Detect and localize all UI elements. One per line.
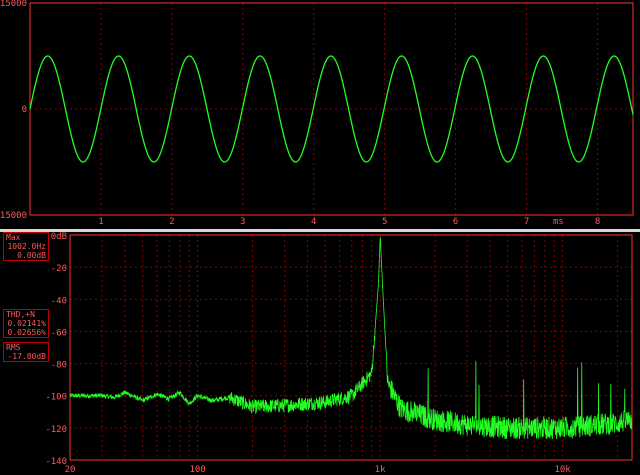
rms-readout-title: RMS (6, 343, 21, 352)
spec-y-tick-label: -60 (51, 328, 67, 338)
spec-x-tick-label: 20 (65, 465, 76, 475)
osc-x-tick-label: 5 (382, 217, 387, 227)
rms-readout: RMS -17.80dB (3, 342, 49, 362)
max-readout-title: Max (6, 233, 21, 242)
spec-x-tick-label: 100 (189, 465, 205, 475)
thd-readout: THD,+N 0.02141% 0.02656% (3, 309, 49, 338)
osc-x-tick-label: 2 (169, 217, 174, 227)
osc-x-tick-label: 3 (240, 217, 245, 227)
audio-analyzer-window: 12345678150000-15000 ms 0dB-20-40-60-80-… (0, 0, 640, 475)
spec-y-tick-label: -80 (51, 361, 67, 371)
spec-x-tick-label: 1k (375, 465, 386, 475)
spec-y-tick-label: 0dB (51, 232, 67, 242)
rms-value: -17.80dB (7, 352, 46, 361)
thd-readout-title: THD,+N (6, 310, 35, 319)
spec-y-tick-label: -100 (45, 393, 67, 403)
spectrum-panel: 0dB -20 -40 -60 -80 -100 -120 -140 20 100 1k 10k Ma… (0, 232, 640, 475)
spec-y-tick-label: -120 (45, 425, 67, 435)
oscilloscope-panel: 1 2 3 4 5 6 7 8 15000 0 -15000 ms (0, 0, 640, 229)
osc-x-tick-label: 4 (311, 217, 316, 227)
max-level-value: 0.00dB (17, 251, 46, 260)
spec-y-tick-label: -40 (51, 296, 67, 306)
spec-y-tick-label: -20 (51, 264, 67, 274)
osc-y-tick-label: -15000 (0, 211, 27, 221)
max-frequency-value: 1002.0Hz (7, 242, 46, 251)
max-readout: Max 1002.0Hz 0.00dB (3, 232, 49, 261)
thd-n-value: 0.02656% (7, 328, 46, 337)
osc-y-tick-label: 0 (22, 105, 27, 115)
osc-y-tick-label: 15000 (0, 0, 27, 9)
oscilloscope-chart: 1 2 3 4 5 6 7 8 15000 0 -15000 ms (0, 0, 634, 227)
spec-x-tick-label: 10k (554, 465, 571, 475)
osc-x-tick-label: 8 (595, 217, 600, 227)
osc-x-tick-label: 7 (524, 217, 529, 227)
spectrum-chart: 0dB-20-40-60-80-100-120-14020 100 1k 10k (45, 232, 633, 475)
osc-x-tick-label: 1 (98, 217, 103, 227)
osc-x-tick-label: 6 (453, 217, 458, 227)
thd-value: 0.02141% (7, 319, 46, 328)
time-unit-label: ms (553, 217, 564, 227)
